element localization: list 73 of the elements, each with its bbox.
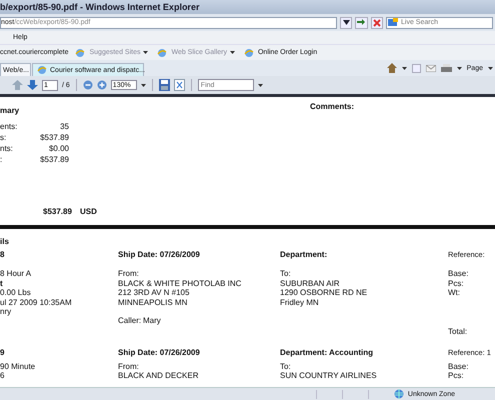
department: Department: Accounting — [280, 348, 374, 357]
recipient-line: To: — [280, 269, 292, 278]
summary-label: s: — [0, 133, 8, 142]
sender-line: BLACK AND DECKER — [118, 372, 200, 380]
charge-label: Wt: — [448, 288, 461, 298]
arrow-right-icon — [357, 19, 366, 26]
summary-value: 35 — [59, 122, 69, 131]
caret-icon[interactable] — [258, 84, 263, 86]
summary-label: nts: — [0, 144, 14, 153]
caret-icon[interactable] — [143, 51, 148, 54]
currency: USD — [80, 207, 97, 216]
save-icon[interactable] — [158, 79, 170, 91]
caret-icon — [342, 20, 350, 25]
caret-icon[interactable] — [488, 66, 493, 70]
order-info: 90 Minute — [0, 363, 36, 372]
order-info: t — [0, 278, 4, 288]
recipient-line: SUBURBAN AIR — [280, 278, 341, 288]
page-icon — [244, 48, 254, 58]
charge-label: Pcs: — [448, 278, 465, 288]
order-info: ul 27 2009 10:35AM — [0, 298, 73, 307]
dropdown-button[interactable] — [340, 16, 352, 28]
order-number: 9 — [0, 348, 6, 357]
zoom-in-icon[interactable] — [96, 80, 107, 90]
order-number: 8 — [0, 250, 6, 260]
sender-line: From: — [118, 363, 140, 372]
home-icon[interactable] — [386, 63, 397, 73]
summary-label: : — [0, 155, 4, 164]
caller-name: Mary — [143, 316, 161, 326]
recipient-line: Fridley MN — [280, 298, 320, 307]
ship-date: Ship Date: 07/26/2009 — [118, 250, 201, 260]
window-title: b/export/85-90.pdf - Windows Internet Explorer — [0, 2, 200, 12]
sender-line: MINNEAPOLIS MN — [118, 298, 188, 307]
caller-label: Caller: — [118, 316, 142, 326]
caret-icon[interactable] — [456, 66, 462, 70]
search-provider-icon — [388, 18, 398, 27]
zoom-out-icon[interactable] — [82, 80, 93, 90]
summary-value: $0.00 — [48, 144, 69, 153]
page-icon — [157, 48, 168, 58]
order-info: 6 — [0, 372, 6, 380]
recipient-line: 1290 OSBORNE RD NE — [280, 288, 368, 298]
mail-icon[interactable] — [426, 64, 436, 72]
sender-line: From: — [118, 269, 140, 278]
printer-icon[interactable] — [440, 64, 452, 72]
page-icon — [37, 65, 47, 75]
total-amount: $537.89 — [43, 207, 73, 216]
recipient-line: To: — [280, 363, 292, 372]
refresh-button[interactable] — [355, 16, 368, 28]
page-icon — [75, 48, 86, 58]
close-icon — [372, 18, 381, 26]
summary-value: $537.89 — [39, 155, 69, 164]
charge-label: Base: — [448, 269, 470, 278]
caret-icon[interactable] — [140, 84, 146, 86]
globe-icon — [394, 389, 405, 399]
order-info: 0.00 Lbs — [0, 288, 32, 298]
order-info: 8 Hour A — [0, 269, 32, 278]
sender-line: 212 3RD AV N #105 — [118, 288, 190, 298]
arrow-down-icon[interactable] — [27, 80, 38, 90]
total-label: Total: — [448, 326, 468, 336]
section-heading: ils — [0, 237, 10, 246]
caret-icon[interactable] — [402, 66, 407, 70]
comments-label: Comments: — [310, 102, 354, 113]
ship-date: Ship Date: 07/26/2009 — [118, 348, 201, 357]
recipient-line: SUN COUNTRY AIRLINES — [280, 372, 378, 380]
section-heading: mary — [0, 106, 20, 115]
sender-line: BLACK & WHITE PHOTOLAB INC — [118, 278, 242, 288]
stop-button[interactable] — [370, 16, 383, 28]
order-info: nry — [0, 307, 12, 316]
summary-value: $537.89 — [39, 133, 69, 142]
charge-label: Base: — [448, 363, 470, 372]
summary-label: ents: — [0, 122, 18, 131]
department: Department: — [280, 250, 328, 260]
caret-icon[interactable] — [230, 51, 235, 54]
charge-label: Pcs: — [448, 372, 465, 380]
